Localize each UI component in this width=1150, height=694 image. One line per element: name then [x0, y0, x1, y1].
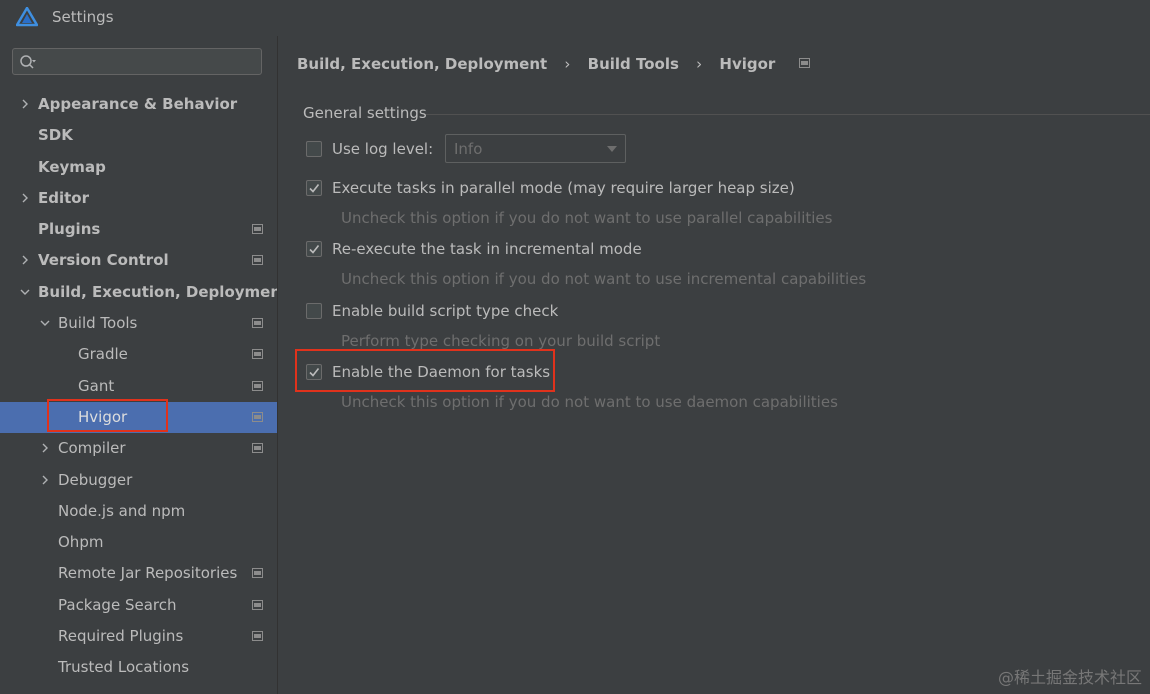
sidebar-item-label: SDK	[38, 126, 73, 145]
breadcrumb-separator: ›	[564, 54, 571, 73]
sidebar-item-label: Build, Execution, Deployment	[38, 282, 278, 301]
sidebar-item-hvigor[interactable]: Hvigor	[0, 401, 277, 434]
project-settings-icon	[798, 58, 810, 68]
parallel-hint: Uncheck this option if you do not want t…	[341, 209, 833, 227]
sidebar-item-label: Node.js and npm	[58, 501, 186, 520]
settings-content: Build, Execution, Deployment › Build Too…	[278, 36, 1150, 694]
window-title: Settings	[52, 8, 114, 26]
sidebar-item-label: Build Tools	[58, 314, 138, 333]
general-settings-title: General settings	[303, 104, 427, 122]
search-input[interactable]	[12, 48, 262, 75]
chevron-down-icon[interactable]	[40, 318, 50, 328]
project-settings-icon	[252, 631, 263, 642]
sidebar-item-label: Remote Jar Repositories	[58, 564, 238, 583]
sidebar-item-node-js-and-npm[interactable]: Node.js and npm	[0, 496, 277, 527]
sidebar-item-version-control[interactable]: Version Control	[0, 245, 277, 276]
search-icon	[20, 55, 36, 69]
sidebar-item-gradle[interactable]: Gradle	[0, 339, 277, 370]
sidebar-item-ohpm[interactable]: Ohpm	[0, 527, 277, 558]
sidebar-item-label: Hvigor	[78, 407, 128, 426]
sidebar-item-label: Debugger	[58, 470, 133, 489]
sidebar-item-build-tools[interactable]: Build Tools	[0, 308, 277, 339]
group-divider	[426, 114, 1150, 115]
sidebar-item-label: Package Search	[58, 595, 177, 614]
incremental-checkbox[interactable]	[306, 241, 322, 257]
breadcrumb-separator: ›	[696, 54, 703, 73]
app-logo-icon	[16, 7, 38, 27]
sidebar-item-trusted-locations[interactable]: Trusted Locations	[0, 652, 277, 683]
sidebar-item-sdk[interactable]: SDK	[0, 120, 277, 151]
sidebar-item-label: Gradle	[78, 345, 128, 364]
sidebar-item-build-execution-deployment[interactable]: Build, Execution, Deployment	[0, 277, 277, 308]
dropdown-arrow-icon	[607, 146, 617, 152]
parallel-checkbox[interactable]	[306, 180, 322, 196]
log-level-value: Info	[454, 140, 483, 158]
parallel-label: Execute tasks in parallel mode (may requ…	[332, 179, 795, 197]
breadcrumb-item-build-tools[interactable]: Build Tools	[588, 55, 679, 73]
sidebar-item-keymap[interactable]: Keymap	[0, 152, 277, 183]
daemon-checkbox[interactable]	[306, 364, 322, 380]
sidebar-item-label: Keymap	[38, 157, 106, 176]
settings-tree: Appearance & Behavior SDK Keymap Editor Plug…	[0, 89, 277, 684]
breadcrumb-item-build-execution[interactable]: Build, Execution, Deployment	[297, 55, 547, 73]
sidebar-item-label: Gant	[78, 376, 115, 395]
sidebar-item-gant[interactable]: Gant	[0, 371, 277, 402]
sidebar-item-label: Version Control	[38, 251, 169, 270]
watermark: @稀土掘金技术社区	[997, 668, 1142, 687]
chevron-right-icon[interactable]	[20, 193, 30, 203]
project-settings-icon	[252, 224, 263, 235]
sidebar-item-required-plugins[interactable]: Required Plugins	[0, 621, 277, 652]
sidebar-item-label: Editor	[38, 188, 89, 207]
chevron-right-icon[interactable]	[40, 475, 50, 485]
chevron-down-icon[interactable]	[20, 287, 30, 297]
sidebar-item-editor[interactable]: Editor	[0, 183, 277, 214]
settings-sidebar: Appearance & Behavior SDK Keymap Editor Plug…	[0, 36, 278, 694]
daemon-label: Enable the Daemon for tasks	[332, 363, 551, 381]
project-settings-icon	[252, 599, 263, 610]
chevron-right-icon[interactable]	[20, 255, 30, 265]
sidebar-item-label: Appearance & Behavior	[38, 95, 238, 113]
sidebar-item-label: Required Plugins	[58, 627, 184, 646]
sidebar-item-plugins[interactable]: Plugins	[0, 214, 277, 245]
sidebar-item-appearance-behavior[interactable]: Appearance & Behavior	[0, 89, 277, 120]
project-settings-icon	[252, 443, 263, 454]
title-bar: Settings	[0, 0, 1150, 36]
sidebar-item-label: Compiler	[58, 439, 126, 458]
incremental-label: Re-execute the task in incremental mode	[332, 240, 642, 258]
log-level-select[interactable]: Info	[445, 134, 626, 163]
sidebar-item-label: Trusted Locations	[58, 658, 190, 677]
typecheck-label: Enable build script type check	[332, 302, 559, 320]
log-level-checkbox[interactable]	[306, 141, 322, 157]
project-settings-icon	[252, 568, 263, 579]
sidebar-item-label: Plugins	[38, 220, 101, 239]
checkmark-icon	[309, 245, 320, 254]
project-settings-icon	[252, 255, 263, 266]
log-level-label: Use log level:	[332, 140, 434, 158]
breadcrumb-item-hvigor: Hvigor	[719, 54, 776, 73]
incremental-hint: Uncheck this option if you do not want t…	[341, 270, 867, 288]
sidebar-item-compiler[interactable]: Compiler	[0, 433, 277, 464]
project-settings-icon	[252, 411, 263, 422]
typecheck-checkbox[interactable]	[306, 303, 322, 319]
project-settings-icon	[252, 349, 263, 360]
sidebar-item-package-search[interactable]: Package Search	[0, 590, 277, 621]
chevron-right-icon[interactable]	[20, 99, 30, 109]
checkmark-icon	[309, 368, 320, 377]
chevron-right-icon[interactable]	[40, 443, 50, 453]
daemon-hint: Uncheck this option if you do not want t…	[341, 393, 838, 411]
typecheck-hint: Perform type checking on your build scri…	[341, 332, 661, 350]
sidebar-item-remote-jar-repositories[interactable]: Remote Jar Repositories	[0, 558, 277, 589]
checkmark-icon	[309, 184, 320, 193]
breadcrumb: Build, Execution, Deployment › Build Too…	[297, 54, 810, 73]
project-settings-icon	[252, 318, 263, 329]
project-settings-icon	[252, 380, 263, 391]
sidebar-item-debugger[interactable]: Debugger	[0, 465, 277, 496]
sidebar-item-label: Ohpm	[58, 533, 104, 552]
